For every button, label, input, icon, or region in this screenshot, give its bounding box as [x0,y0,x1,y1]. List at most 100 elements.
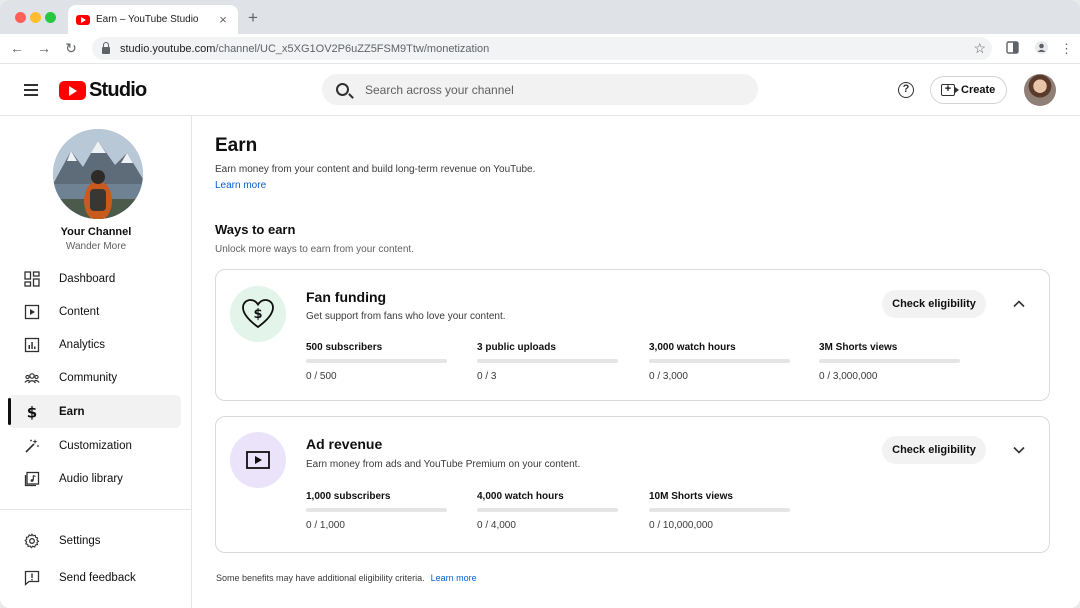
youtube-logo-icon [59,81,86,100]
card-subtitle: Get support from fans who love your cont… [306,311,506,322]
ad-revenue-card: Ad revenue Earn money from ads and YouTu… [215,416,1050,553]
footnote-learn-more-link[interactable]: Learn more [431,573,477,583]
sidebar-item-label: Dashboard [59,272,116,285]
avatar[interactable] [1024,74,1056,106]
fan-funding-badge: $ [230,286,286,342]
requirement-label: 3,000 watch hours [649,342,736,353]
youtube-favicon-icon [76,14,90,25]
channel-avatar[interactable] [53,129,143,219]
check-eligibility-button[interactable]: Check eligibility [882,290,986,318]
chevron-down-icon[interactable] [1012,443,1026,457]
requirement-subscribers: 500 subscribers 0 / 500 [306,342,447,382]
requirement-label: 500 subscribers [306,342,383,353]
requirement-value: 0 / 4,000 [477,520,516,531]
sidebar-item-earn[interactable]: $ Earn [8,395,181,428]
section-description: Unlock more ways to earn from your conte… [215,244,414,255]
check-eligibility-button[interactable]: Check eligibility [882,436,986,464]
channel-handle: Wander More [65,241,127,252]
requirement-label: 3 public uploads [477,342,556,353]
sidebar-item-label: Settings [59,534,101,547]
new-tab-icon[interactable]: + [248,8,258,28]
search-icon[interactable] [336,83,349,96]
channel-name: Your Channel [60,226,132,238]
sidebar-item-settings[interactable]: Settings [8,524,181,557]
requirement-value: 0 / 3,000,000 [819,371,878,382]
svg-text:$: $ [253,307,262,322]
reload-icon[interactable]: ↻ [62,40,80,57]
browser-toolbar: ← → ↻ studio.youtube.com/channel/UC_x5XG… [0,34,1080,64]
sidebar-item-label: Content [59,305,100,318]
sidebar-item-content[interactable]: Content [8,295,181,328]
requirement-value: 0 / 10,000,000 [649,520,713,531]
community-icon [24,370,40,386]
dollar-icon: $ [24,404,40,420]
sidebar-item-community[interactable]: Community [8,361,181,394]
sidebar-item-send-feedback[interactable]: Send feedback [8,561,181,594]
footnote: Some benefits may have additional eligib… [216,573,477,583]
requirement-label: 3M Shorts views [819,342,898,353]
requirement-value: 0 / 1,000 [306,520,345,531]
requirement-shorts-views: 10M Shorts views 0 / 10,000,000 [649,491,790,531]
bookmark-star-icon[interactable]: ☆ [973,40,986,57]
page-description: Earn money from your content and build l… [215,164,536,175]
sidebar-item-dashboard[interactable]: Dashboard [8,262,181,295]
studio-header: Studio ? + Create [0,64,1080,116]
tab-close-icon[interactable]: × [216,12,230,27]
fan-funding-card: $ Fan funding Get support from fans who … [215,269,1050,401]
profile-icon[interactable] [1035,41,1048,57]
close-window-button[interactable] [15,12,26,23]
help-icon[interactable]: ? [898,82,914,98]
requirement-progress-bar [649,359,790,363]
feedback-icon [24,570,40,586]
sidebar-item-label: Send feedback [59,571,136,584]
card-title: Ad revenue [306,436,383,452]
menu-icon[interactable] [24,84,38,96]
search-input[interactable] [365,82,725,97]
card-subtitle: Earn money from ads and YouTube Premium … [306,459,581,470]
requirement-label: 10M Shorts views [649,491,733,502]
requirement-label: 4,000 watch hours [477,491,564,502]
lock-icon [102,41,110,54]
forward-arrow-icon[interactable]: → [35,40,53,56]
page-title: Earn [215,135,258,156]
magic-wand-icon [24,438,40,454]
ad-revenue-badge [230,432,286,488]
url-path: /channel/UC_x5XG1OV2P6uZZ5FSM9Ttw/moneti… [215,42,490,55]
side-panel-icon[interactable] [1006,41,1019,57]
dashboard-icon [24,270,40,287]
logo-text: Studio [89,79,147,101]
footnote-text: Some benefits may have additional eligib… [216,573,425,583]
more-menu-icon[interactable]: ⋮ [1060,41,1073,57]
chevron-up-icon[interactable] [1012,297,1026,311]
browser-tab[interactable]: Earn – YouTube Studio × [68,5,238,34]
tab-bar: Earn – YouTube Studio × + [0,0,1080,34]
address-bar[interactable]: studio.youtube.com/channel/UC_x5XG1OV2P6… [92,37,992,60]
audio-library-icon [24,471,40,487]
requirement-value: 0 / 3 [477,371,497,382]
analytics-icon [24,337,40,353]
requirement-label: 1,000 subscribers [306,491,391,502]
sidebar-item-label: Community [59,371,118,384]
requirement-subscribers: 1,000 subscribers 0 / 1,000 [306,491,447,531]
sidebar: Your Channel Wander More Dashboard Conte… [0,116,192,608]
learn-more-link[interactable]: Learn more [215,180,266,191]
sidebar-item-analytics[interactable]: Analytics [8,328,181,361]
main-content: Earn Earn money from your content and bu… [193,116,1080,608]
requirement-shorts-views: 3M Shorts views 0 / 3,000,000 [819,342,960,382]
requirement-progress-bar [819,359,960,363]
create-label: Create [961,84,996,96]
minimize-window-button[interactable] [30,12,41,23]
svg-text:$: $ [27,404,37,420]
requirement-watch-hours: 4,000 watch hours 0 / 4,000 [477,491,618,531]
tab-title: Earn – YouTube Studio [96,14,199,25]
sidebar-item-label: Analytics [59,338,106,351]
create-button[interactable]: + Create [930,76,1007,104]
sidebar-item-audio-library[interactable]: Audio library [8,462,181,495]
studio-logo[interactable]: Studio [59,79,147,102]
sidebar-item-customization[interactable]: Customization [8,429,181,462]
back-arrow-icon[interactable]: ← [8,40,26,56]
sidebar-item-label: Audio library [59,472,123,485]
requirement-progress-bar [649,508,790,512]
maximize-window-button[interactable] [45,12,56,23]
requirement-progress-bar [306,359,447,363]
